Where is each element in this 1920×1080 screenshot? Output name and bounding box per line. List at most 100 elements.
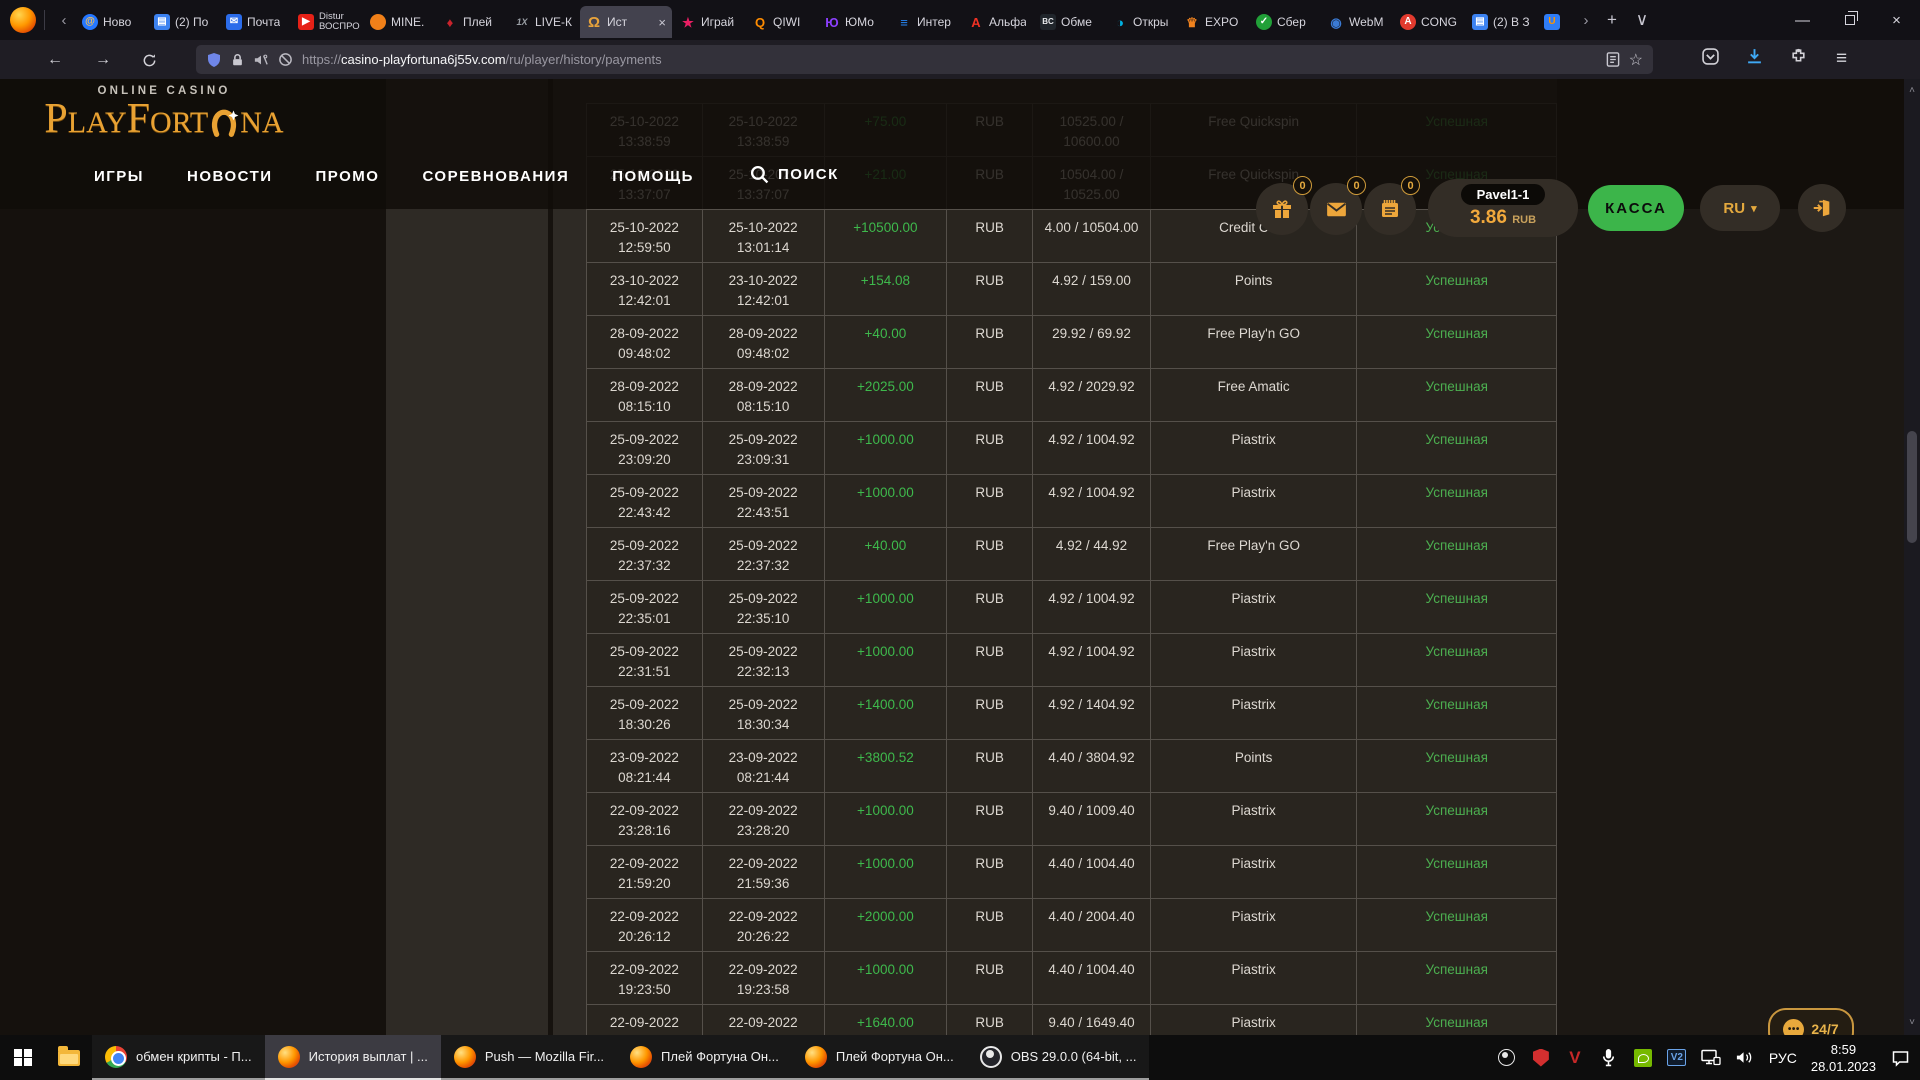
- taskbar-app-firefox[interactable]: Плей Фортуна Он...: [792, 1035, 967, 1080]
- cell-request-date: 25-09-202223:09:20: [587, 422, 703, 474]
- cell-currency: RUB: [947, 369, 1033, 421]
- firefox-view-icon[interactable]: [10, 7, 36, 33]
- browser-tab[interactable]: ▤(2) По: [148, 6, 218, 38]
- cell-request-date: 22-09-202219:23:50: [587, 952, 703, 1004]
- messages-button[interactable]: 0: [1310, 183, 1362, 235]
- browser-tab[interactable]: QQIWI: [746, 6, 816, 38]
- reload-button[interactable]: [136, 47, 162, 73]
- browser-tab[interactable]: ΩИст×: [580, 6, 672, 38]
- cell-process-date: 22-09-202223:28:20: [703, 793, 825, 845]
- cell-method: Free Play'n GO: [1151, 316, 1358, 368]
- browser-tab[interactable]: ACONG: [1394, 6, 1464, 38]
- tab-close-icon[interactable]: ×: [658, 15, 666, 30]
- nav-item-1[interactable]: НОВОСТИ: [187, 168, 273, 185]
- bookmark-star-icon[interactable]: ☆: [1629, 50, 1643, 70]
- language-indicator[interactable]: РУС: [1769, 1050, 1797, 1066]
- browser-tab[interactable]: ✓Сбер: [1250, 6, 1320, 38]
- scroll-down-icon[interactable]: ˅: [1904, 1017, 1920, 1028]
- browser-tab[interactable]: @Ново: [76, 6, 146, 38]
- language-selector[interactable]: RU▾: [1700, 185, 1780, 231]
- pocket-icon[interactable]: [1702, 48, 1719, 69]
- download-icon[interactable]: [1746, 48, 1763, 69]
- taskbar-app-obs[interactable]: OBS 29.0.0 (64-bit, ...: [967, 1035, 1150, 1080]
- scroll-tabs-left-icon[interactable]: ‹: [53, 12, 75, 29]
- extensions-puzzle-icon[interactable]: [1790, 48, 1807, 69]
- user-account-widget[interactable]: Pavel1-1 3.86 RUB: [1428, 179, 1578, 237]
- hamburger-menu-icon[interactable]: ≡: [1836, 48, 1847, 70]
- browser-tab[interactable]: 1XLIVE-К: [508, 6, 578, 38]
- file-explorer-button[interactable]: [46, 1035, 92, 1080]
- new-tab-button[interactable]: +: [1597, 10, 1627, 30]
- screen: ‹ @Ново▤(2) По✉Почта▶DisturВОСПРОMINE.♦П…: [0, 0, 1920, 1080]
- permission-blocked-icon[interactable]: [278, 52, 293, 67]
- url-bar[interactable]: https://casino-playfortuna6j55v.com/ru/p…: [196, 45, 1653, 74]
- taskbar-app-firefox[interactable]: Push — Mozilla Fir...: [441, 1035, 617, 1080]
- tracking-shield-icon[interactable]: [206, 52, 222, 68]
- tab-label: Ист: [607, 15, 627, 29]
- forward-button[interactable]: →: [90, 47, 116, 73]
- cashier-button[interactable]: КАССА: [1588, 185, 1684, 231]
- v2ray-icon[interactable]: V2: [1667, 1048, 1687, 1068]
- cell-amount: +3800.52: [825, 740, 948, 792]
- scrollbar-thumb[interactable]: [1907, 431, 1917, 543]
- list-all-tabs-icon[interactable]: ∨: [1627, 10, 1657, 30]
- browser-tab[interactable]: U: [1538, 6, 1575, 38]
- nav-item-4[interactable]: ПОМОЩЬ: [612, 168, 694, 185]
- autoplay-blocked-icon[interactable]: [253, 53, 269, 67]
- url-text[interactable]: https://casino-playfortuna6j55v.com/ru/p…: [302, 52, 1597, 67]
- browser-tab[interactable]: ✉Почта: [220, 6, 290, 38]
- back-button[interactable]: ←: [42, 47, 68, 73]
- cell-process-date: 28-09-202208:15:10: [703, 369, 825, 421]
- browser-tab[interactable]: ♦Плей: [436, 6, 506, 38]
- gifts-button[interactable]: 0: [1256, 183, 1308, 235]
- cell-balance: 4.92 / 1004.92: [1033, 422, 1151, 474]
- reader-mode-icon[interactable]: [1606, 52, 1620, 67]
- close-button[interactable]: ×: [1873, 0, 1920, 40]
- browser-tab[interactable]: MINE.: [364, 6, 434, 38]
- browser-tab[interactable]: ▤(2) В З: [1466, 6, 1536, 38]
- cell-method: Points: [1151, 263, 1358, 315]
- volume-icon[interactable]: [1735, 1048, 1755, 1068]
- cell-method: Piastrix: [1151, 846, 1358, 898]
- site-logo[interactable]: ONLINE CASINO PLAYFORTNA: [58, 85, 270, 143]
- network-icon[interactable]: [1701, 1048, 1721, 1068]
- browser-tab[interactable]: ▶DisturВОСПРО: [292, 6, 362, 38]
- browser-tab[interactable]: ♛EXPO: [1178, 6, 1248, 38]
- notification-center-icon[interactable]: [1890, 1048, 1910, 1068]
- scroll-up-icon[interactable]: ˄: [1904, 85, 1920, 96]
- lock-icon[interactable]: [231, 53, 244, 67]
- browser-tab[interactable]: ★Играй: [674, 6, 744, 38]
- cell-process-date: 23-10-202212:42:01: [703, 263, 825, 315]
- restore-button[interactable]: [1826, 0, 1873, 40]
- vpn-tray-icon[interactable]: V: [1565, 1048, 1585, 1068]
- browser-tab[interactable]: ЮЮМо: [818, 6, 888, 38]
- nav-item-3[interactable]: СОРЕВНОВАНИЯ: [422, 168, 569, 185]
- cell-process-date: 23-09-202208:21:44: [703, 740, 825, 792]
- taskbar-clock[interactable]: 8:5928.01.2023: [1811, 1041, 1876, 1075]
- browser-tab[interactable]: BCОбме: [1034, 6, 1104, 38]
- obs-tray-icon[interactable]: [1497, 1048, 1517, 1068]
- start-button[interactable]: [0, 1035, 46, 1080]
- taskbar-app-firefox[interactable]: Плей Фортуна Он...: [617, 1035, 792, 1080]
- nvidia-icon[interactable]: [1633, 1048, 1653, 1068]
- horseshoe-icon: [209, 106, 239, 143]
- nav-item-2[interactable]: ПРОМО: [316, 168, 380, 185]
- microphone-icon[interactable]: [1599, 1048, 1619, 1068]
- logout-button[interactable]: [1798, 184, 1846, 232]
- scroll-tabs-right-icon[interactable]: ›: [1575, 12, 1597, 29]
- minimize-button[interactable]: —: [1779, 0, 1826, 40]
- taskbar-app-chrome[interactable]: обмен крипты - П...: [92, 1035, 265, 1080]
- antivirus-shield-icon[interactable]: [1531, 1048, 1551, 1068]
- page-scrollbar[interactable]: ˄ ˅: [1904, 79, 1920, 1035]
- browser-tab[interactable]: ◉WebM: [1322, 6, 1392, 38]
- browser-tab[interactable]: ◑Откры: [1106, 6, 1176, 38]
- taskbar-app-firefox[interactable]: История выплат | ...: [265, 1035, 441, 1080]
- browser-tab[interactable]: ≡Интер: [890, 6, 960, 38]
- browser-tab[interactable]: ААльфа: [962, 6, 1032, 38]
- table-row: 25-09-202218:30:2625-09-202218:30:34+140…: [587, 686, 1556, 739]
- bonuses-button[interactable]: 0: [1364, 183, 1416, 235]
- support-chat-button[interactable]: ••• 24/7: [1768, 1008, 1854, 1035]
- search-button[interactable]: ПОИСК: [750, 165, 839, 184]
- nav-item-0[interactable]: ИГРЫ: [94, 168, 144, 185]
- table-row: 25-09-202222:35:0125-09-202222:35:10+100…: [587, 580, 1556, 633]
